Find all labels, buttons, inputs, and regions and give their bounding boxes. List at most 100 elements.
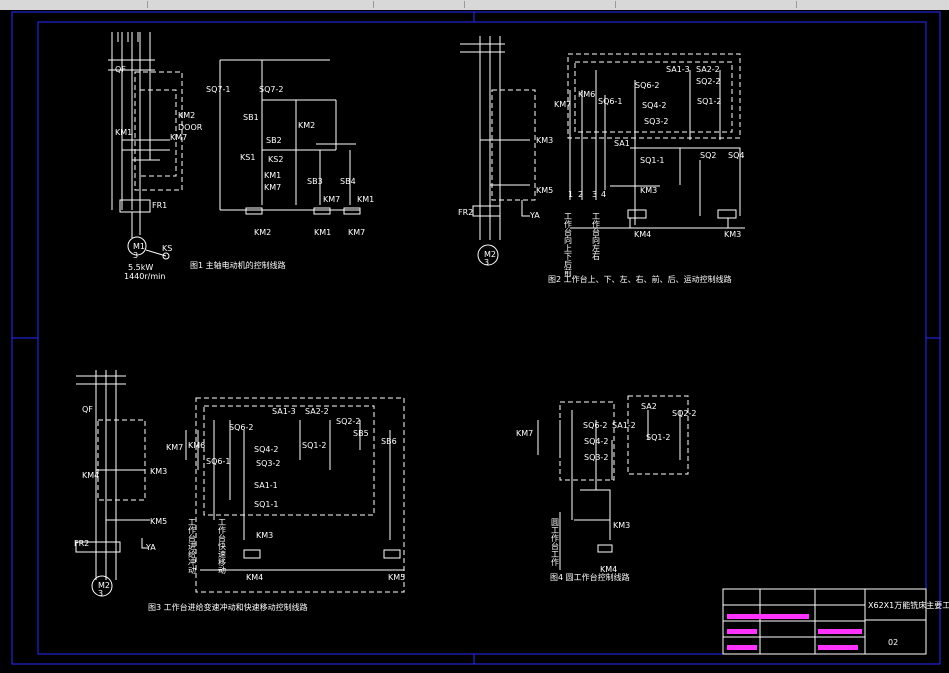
label: KM7 <box>554 100 571 109</box>
label: SB4 <box>340 177 356 186</box>
label: KM3 <box>613 521 630 530</box>
column-label: 工作台进给冲动 <box>188 518 197 575</box>
label: FR2 <box>74 539 89 548</box>
label: SA1-1 <box>254 481 278 490</box>
label: SQ3-2 <box>256 459 280 468</box>
label: FR2 <box>458 208 473 217</box>
label: KM7 <box>264 183 281 192</box>
label: SQ4-2 <box>584 437 608 446</box>
titleblock-row <box>727 629 757 634</box>
label: QF <box>115 65 126 74</box>
label: KM3 <box>150 467 167 476</box>
titleblock-row <box>727 645 757 650</box>
label: SA2 <box>641 402 657 411</box>
label: KM7 <box>170 133 187 142</box>
label: SQ2-2 <box>672 409 696 418</box>
label: DOOR <box>178 123 203 132</box>
label: SB6 <box>381 437 397 446</box>
label: SQ1-2 <box>697 97 721 106</box>
label: KS1 <box>240 153 255 162</box>
label: SB1 <box>243 113 259 122</box>
label: SQ1-2 <box>302 441 326 450</box>
label: QF <box>82 405 93 414</box>
label: KM2 <box>254 228 271 237</box>
label: KM5 <box>536 186 553 195</box>
label: SA1-3 <box>272 407 296 416</box>
label: SQ7-1 <box>206 85 230 94</box>
label: 3 <box>592 190 597 199</box>
label: SA2-2 <box>305 407 329 416</box>
label: KS <box>162 244 172 253</box>
figure-2: KM7 KM6 KM3 KM5 FR2 YA M2 3 SA1-3 SA2-2 … <box>458 36 745 284</box>
label: SQ4-2 <box>642 101 666 110</box>
titleblock-row <box>818 629 862 634</box>
label: SQ1-1 <box>640 156 664 165</box>
label: KM7 <box>323 195 340 204</box>
label: SQ7-2 <box>259 85 283 94</box>
label: SB5 <box>353 429 369 438</box>
column-label: 圆工作台工作 <box>551 518 560 567</box>
label: KM4 <box>246 573 263 582</box>
label: KM7 <box>166 443 183 452</box>
label: SA1-2 <box>612 421 636 430</box>
label: 4 <box>601 190 606 199</box>
label: KM4 <box>634 230 651 239</box>
label: KM4 <box>82 471 99 480</box>
label: SA1-3 <box>666 65 690 74</box>
label: SQ6-2 <box>229 423 253 432</box>
label: KM1 <box>357 195 374 204</box>
motor-phase: 3 <box>133 251 138 260</box>
label: KM3 <box>640 186 657 195</box>
figure-caption: 图3 工作台进给变速冲动和快速移动控制线路 <box>148 602 308 612</box>
titleblock-row <box>727 614 809 619</box>
figure-caption: 图2 工作台上、下、左、右、前、后、运动控制线路 <box>548 274 732 284</box>
label: KM3 <box>536 136 553 145</box>
figure-4: KM7 SQ6-2 SA1-2 SQ4-2 SQ3-2 SA2 SQ2-2 SQ… <box>516 395 696 582</box>
label: SQ2-2 <box>696 77 720 86</box>
motor-phase: 3 <box>98 589 103 598</box>
motor-label: M1 <box>133 242 145 251</box>
label: 2 <box>578 190 583 199</box>
label: SB2 <box>266 136 282 145</box>
label: KM3 <box>724 230 741 239</box>
label: FR1 <box>152 201 167 210</box>
figure-caption: 图4 圆工作台控制线路 <box>550 572 630 582</box>
column-label: 工作台向上下后前 <box>564 212 573 277</box>
cad-drawing-canvas[interactable]: QF KM1 KM2 DOOR KM7 FR1 M1 3 KS 5.5kW 14… <box>0 0 949 673</box>
label: KM1 <box>314 228 331 237</box>
label: SB3 <box>307 177 323 186</box>
label: KM7 <box>348 228 365 237</box>
label: KM5 <box>150 517 167 526</box>
drawing-title: X62X1万能铣床主要工作线路 <box>868 600 949 610</box>
label: SQ4-2 <box>254 445 278 454</box>
label: SQ6-1 <box>598 97 622 106</box>
label: SQ2 <box>700 151 716 160</box>
column-label: 工作台向左右 <box>592 212 601 261</box>
inner-frame <box>37 21 927 655</box>
label: SA1 <box>614 139 630 148</box>
label: KM2 <box>178 111 195 120</box>
figure-1: QF KM1 KM2 DOOR KM7 FR1 M1 3 KS 5.5kW 14… <box>108 32 374 281</box>
label: KM3 <box>256 531 273 540</box>
title-block: X62X1万能铣床主要工作线路 02 <box>722 588 949 655</box>
label: 1 <box>568 190 573 199</box>
label: KM2 <box>298 121 315 130</box>
column-label: 工作台快速移动 <box>218 518 227 575</box>
label: KM7 <box>516 429 533 438</box>
label: SQ6-1 <box>206 457 230 466</box>
label: YA <box>529 211 540 220</box>
label: SQ3-2 <box>644 117 668 126</box>
label: SQ3-2 <box>584 453 608 462</box>
label: SQ6-2 <box>583 421 607 430</box>
sheet-number: 02 <box>888 638 898 647</box>
label: KM6 <box>188 441 205 450</box>
label: SQ6-2 <box>635 81 659 90</box>
label: KS2 <box>268 155 283 164</box>
label: KM1 <box>115 128 132 137</box>
label: SA2-2 <box>696 65 720 74</box>
label: KM5 <box>388 573 405 582</box>
label: SQ4 <box>728 151 744 160</box>
outer-frame <box>11 11 941 665</box>
label: KM6 <box>578 90 595 99</box>
figure-caption: 图1 主轴电动机的控制线路 <box>190 260 286 270</box>
